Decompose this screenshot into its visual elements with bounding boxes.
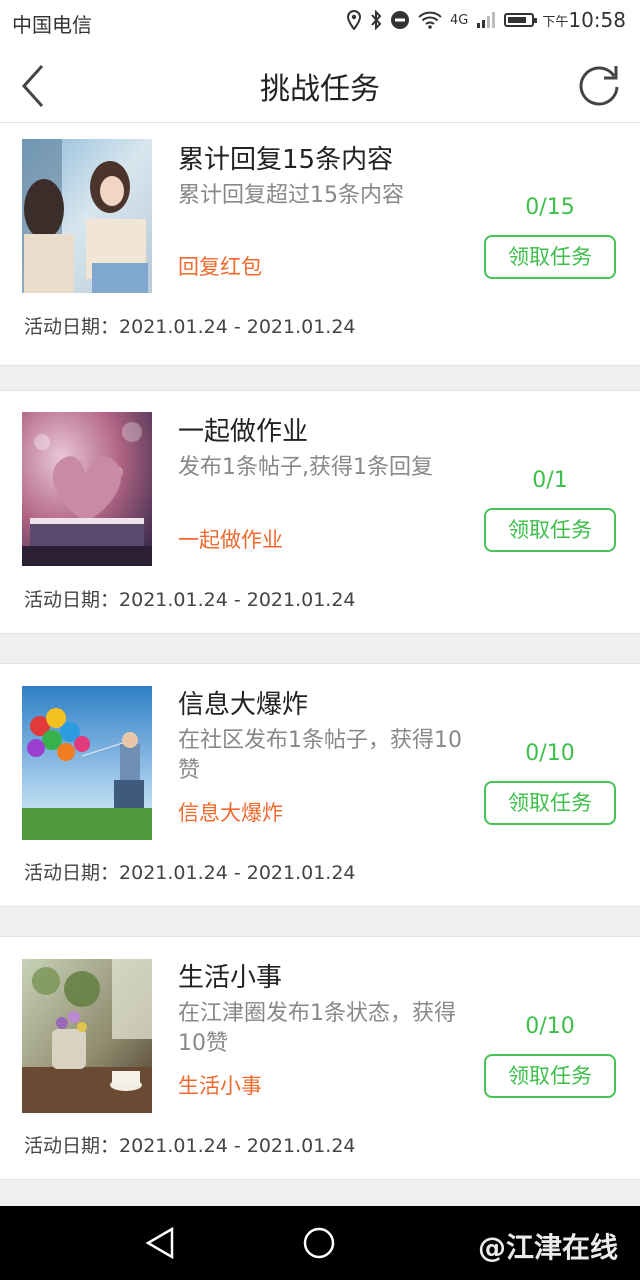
claim-task-button[interactable]: 领取任务 <box>484 781 616 825</box>
back-triangle-icon[interactable] <box>144 1226 176 1260</box>
network-type-label: 4G <box>449 12 469 28</box>
task-image <box>22 139 152 293</box>
task-card: 信息大爆炸 在社区发布1条帖子，获得10赞 信息大爆炸 0/10 领取任务 活动… <box>0 663 640 907</box>
watermark: @江津在线 <box>477 1231 618 1264</box>
carrier-label: 中国电信 <box>12 13 92 37</box>
status-icons: 4G 下午 10:58 <box>346 8 626 32</box>
task-image <box>22 959 152 1113</box>
task-progress: 0/10 <box>525 741 575 766</box>
date-range: 2021.01.24 - 2021.01.24 <box>119 862 356 884</box>
battery-icon <box>504 13 538 27</box>
date-label: 活动日期： <box>24 316 120 338</box>
task-tag: 一起做作业 <box>178 528 283 552</box>
task-date: 活动日期：2021.01.24 - 2021.01.24 <box>24 1131 356 1158</box>
claim-task-button[interactable]: 领取任务 <box>484 235 616 279</box>
date-label: 活动日期： <box>24 862 120 884</box>
system-nav-bar: @江津在线 <box>0 1206 640 1280</box>
task-progress: 0/10 <box>525 1014 575 1039</box>
task-date: 活动日期：2021.01.24 - 2021.01.24 <box>24 858 356 885</box>
claim-task-button[interactable]: 领取任务 <box>484 508 616 552</box>
do-not-disturb-icon <box>390 11 409 29</box>
task-title: 生活小事 <box>178 963 283 993</box>
task-date: 活动日期：2021.01.24 - 2021.01.24 <box>24 585 356 612</box>
task-card: 生活小事 在江津圈发布1条状态，获得10赞 生活小事 0/10 领取任务 活动日… <box>0 936 640 1180</box>
task-description: 发布1条帖子,获得1条回复 <box>178 455 433 480</box>
task-progress: 0/15 <box>525 195 575 220</box>
task-description: 在江津圈发布1条状态，获得10赞 <box>178 1001 456 1056</box>
date-range: 2021.01.24 - 2021.01.24 <box>119 1135 356 1157</box>
date-range: 2021.01.24 - 2021.01.24 <box>119 316 356 338</box>
location-icon <box>346 10 361 30</box>
task-tag: 回复红包 <box>178 255 262 279</box>
header-bar: 挑战任务 <box>0 44 640 128</box>
page-title: 挑战任务 <box>260 72 380 107</box>
task-image <box>22 686 152 840</box>
task-description: 累计回复超过15条内容 <box>178 183 404 208</box>
status-bar: 中国电信 4G 下午 10:58 <box>0 0 640 44</box>
task-title: 累计回复15条内容 <box>178 145 394 175</box>
task-image <box>22 412 152 566</box>
task-title: 信息大爆炸 <box>178 690 309 720</box>
clock: 10:58 <box>568 8 626 32</box>
task-progress: 0/1 <box>532 468 568 493</box>
claim-task-button[interactable]: 领取任务 <box>484 1054 616 1098</box>
refresh-button[interactable] <box>576 62 622 108</box>
date-label: 活动日期： <box>24 589 120 611</box>
wifi-icon <box>418 11 442 29</box>
task-title: 一起做作业 <box>178 417 309 447</box>
task-tag: 信息大爆炸 <box>178 801 283 825</box>
task-date: 活动日期：2021.01.24 - 2021.01.24 <box>24 312 356 339</box>
date-label: 活动日期： <box>24 1135 120 1157</box>
bluetooth-icon <box>371 10 382 30</box>
task-card: 一起做作业 发布1条帖子,获得1条回复 一起做作业 0/1 领取任务 活动日期：… <box>0 390 640 634</box>
signal-icon <box>477 12 496 28</box>
task-description: 在社区发布1条帖子，获得10赞 <box>178 728 462 783</box>
refresh-icon <box>579 66 619 106</box>
time-prefix: 下午 <box>542 14 569 30</box>
task-card: 累计回复15条内容 累计回复超过15条内容 回复红包 0/15 领取任务 活动日… <box>0 122 640 366</box>
home-circle-icon[interactable] <box>302 1226 336 1260</box>
task-tag: 生活小事 <box>178 1074 262 1098</box>
date-range: 2021.01.24 - 2021.01.24 <box>119 589 356 611</box>
